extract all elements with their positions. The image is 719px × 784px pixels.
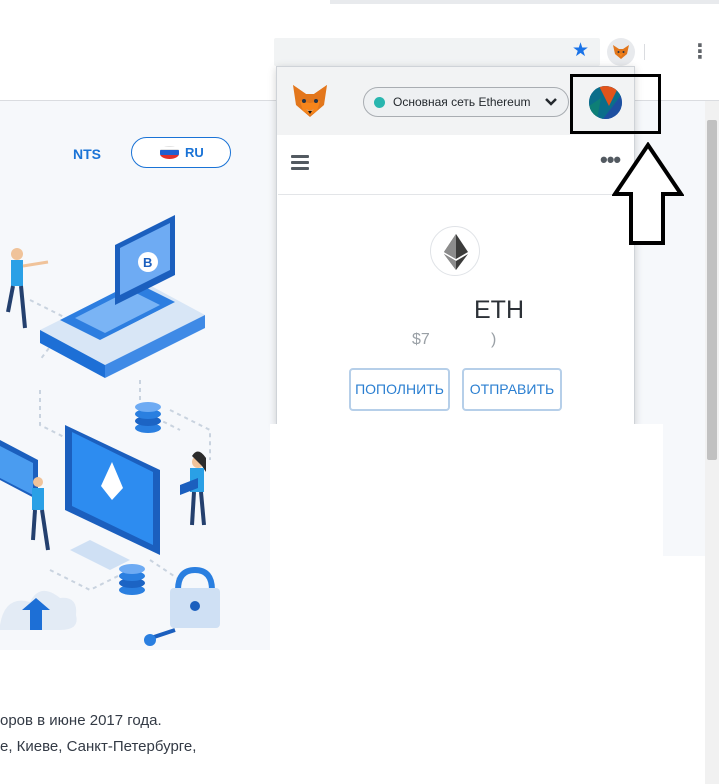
blank-region [270, 556, 705, 650]
nav-link[interactable]: NTS [73, 146, 101, 162]
chevron-down-icon [545, 98, 557, 106]
eth-balance: ETH [474, 296, 524, 324]
kebab-menu-icon[interactable]: ⋮ [690, 40, 710, 64]
russia-flag-icon [160, 146, 179, 159]
highlight-box [570, 74, 661, 134]
network-selector[interactable]: Основная сеть Ethereum [363, 87, 569, 117]
star-icon[interactable]: ★ [572, 41, 590, 61]
hamburger-icon[interactable] [291, 155, 309, 171]
send-button[interactable]: ОТПРАВИТЬ [462, 368, 562, 411]
arrow-up-icon [612, 142, 684, 245]
account-name-area[interactable] [412, 137, 502, 195]
network-label: Основная сеть Ethereum [393, 95, 531, 109]
ethereum-icon [430, 226, 480, 276]
body-text-line: оров в июне 2017 года. [0, 712, 162, 729]
metamask-fox-logo [293, 85, 327, 117]
deposit-button[interactable]: ПОПОЛНИТЬ [349, 368, 450, 411]
network-status-dot [374, 97, 385, 108]
language-label: RU [185, 145, 204, 160]
fiat-balance: $7 [412, 331, 430, 348]
crypto-illustration: B [0, 215, 220, 646]
tab-strip-edge [330, 0, 719, 4]
fiat-balance-suffix: ) [491, 331, 497, 348]
metamask-fox-icon[interactable] [607, 38, 635, 66]
svg-text:B: B [143, 255, 152, 270]
toolbar-separator [644, 44, 645, 60]
body-text-line: е, Киеве, Санкт-Петербурге, [0, 738, 197, 755]
header-divider [278, 194, 633, 195]
scrollbar-thumb[interactable] [707, 120, 717, 460]
address-bar[interactable] [274, 38, 600, 66]
language-switch-button[interactable]: RU [131, 137, 231, 168]
